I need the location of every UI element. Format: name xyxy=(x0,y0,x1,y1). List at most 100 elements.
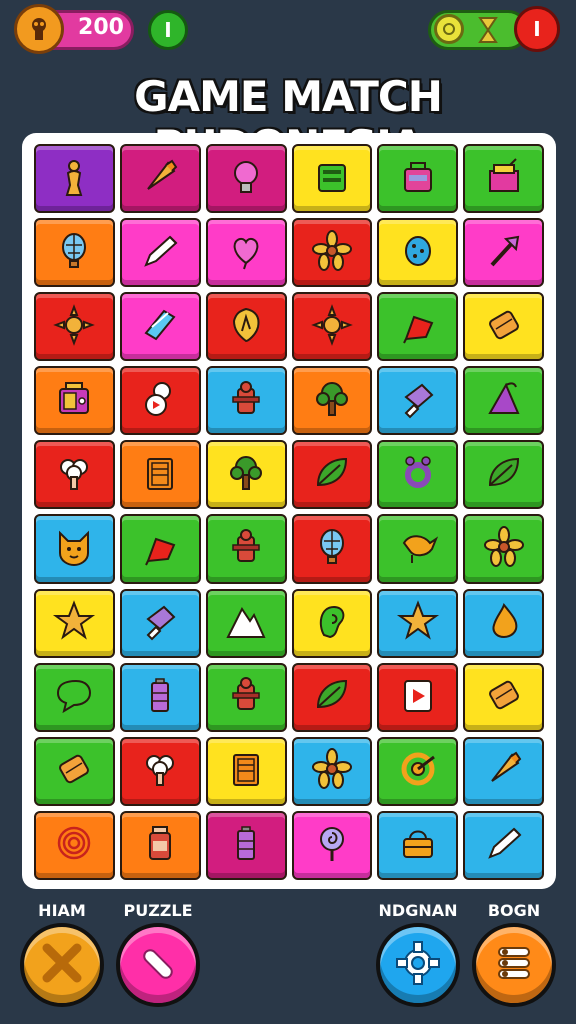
tile-r7-c4[interactable] xyxy=(291,588,373,658)
tile-r1-c5[interactable] xyxy=(377,144,459,214)
tile-r8-c1[interactable] xyxy=(34,662,115,732)
tile-r6-c3[interactable] xyxy=(205,514,287,584)
tile-r10-c3[interactable] xyxy=(205,810,287,880)
tile-r2-c2[interactable] xyxy=(119,218,201,288)
tile-r1-c1[interactable] xyxy=(34,144,115,214)
star-icon xyxy=(52,599,96,647)
tile-r6-c4[interactable] xyxy=(291,514,373,584)
tile-r2-c3[interactable] xyxy=(205,218,287,288)
tile-r9-c3[interactable] xyxy=(205,736,287,806)
tile-r10-c2[interactable] xyxy=(119,810,201,880)
egg-icon xyxy=(396,229,440,277)
tile-r10-c6[interactable] xyxy=(463,810,544,880)
tile-r10-c5[interactable] xyxy=(377,810,459,880)
bottom-button-4[interactable] xyxy=(472,923,556,1007)
tile-r8-c4[interactable] xyxy=(291,662,373,732)
tile-r3-c6[interactable] xyxy=(463,292,544,362)
tile-r2-c5[interactable] xyxy=(377,218,459,288)
tile-r6-c1[interactable] xyxy=(34,514,115,584)
tile-r9-c2[interactable] xyxy=(119,736,201,806)
tile-r4-c6[interactable] xyxy=(463,366,544,436)
target-icon xyxy=(396,747,440,795)
tile-r5-c6[interactable] xyxy=(463,440,544,510)
tile-r2-c4[interactable] xyxy=(291,218,373,288)
info-button-label: I xyxy=(164,18,172,42)
tile-r4-c2[interactable] xyxy=(119,366,201,436)
tile-r1-c6[interactable] xyxy=(463,144,544,214)
flag-icon xyxy=(396,303,440,351)
basket-icon xyxy=(396,821,440,869)
alert-button[interactable]: I xyxy=(514,6,560,52)
bottom-button-1[interactable] xyxy=(20,923,104,1007)
crate-icon xyxy=(138,451,182,499)
tile-r6-c2[interactable] xyxy=(119,514,201,584)
spiral-icon xyxy=(52,821,96,869)
tile-r5-c2[interactable] xyxy=(119,440,201,510)
bag-icon xyxy=(396,155,440,203)
tile-r3-c4[interactable] xyxy=(291,292,373,362)
bulb-icon xyxy=(224,155,268,203)
bottom-button-2[interactable] xyxy=(116,923,200,1007)
coin-value: 200 xyxy=(78,15,124,40)
mushroom-icon xyxy=(138,747,182,795)
flower-icon xyxy=(310,747,354,795)
heart-icon xyxy=(224,229,268,277)
gear-icon xyxy=(393,938,443,992)
tile-r1-c3[interactable] xyxy=(205,144,287,214)
tile-r1-c2[interactable] xyxy=(119,144,201,214)
tile-r4-c4[interactable] xyxy=(291,366,373,436)
tile-r10-c4[interactable] xyxy=(291,810,373,880)
info-button[interactable]: I xyxy=(148,10,188,50)
tile-r9-c6[interactable] xyxy=(463,736,544,806)
tile-r7-c3[interactable] xyxy=(205,588,287,658)
alert-button-label: I xyxy=(533,17,541,41)
pencil-icon xyxy=(138,229,182,277)
tile-r4-c5[interactable] xyxy=(377,366,459,436)
tile-r3-c1[interactable] xyxy=(34,292,115,362)
tile-r6-c5[interactable] xyxy=(377,514,459,584)
flower-pot-icon xyxy=(396,377,440,425)
tile-r9-c4[interactable] xyxy=(291,736,373,806)
tile-r1-c4[interactable] xyxy=(291,144,373,214)
tile-r5-c1[interactable] xyxy=(34,440,115,510)
ball-icon xyxy=(138,377,182,425)
tile-r7-c5[interactable] xyxy=(377,588,459,658)
tile-r3-c2[interactable] xyxy=(119,292,201,362)
play-icon xyxy=(396,673,440,721)
tile-r9-c5[interactable] xyxy=(377,736,459,806)
tile-r9-c1[interactable] xyxy=(34,736,115,806)
tile-r6-c6[interactable] xyxy=(463,514,544,584)
bottom-button-3[interactable] xyxy=(376,923,460,1007)
tile-r2-c1[interactable] xyxy=(34,218,115,288)
tile-r8-c3[interactable] xyxy=(205,662,287,732)
cone-icon xyxy=(482,747,526,795)
tile-r7-c2[interactable] xyxy=(119,588,201,658)
arrow-icon xyxy=(482,229,526,277)
figure-icon xyxy=(52,155,96,203)
tile-r7-c6[interactable] xyxy=(463,588,544,658)
close-icon xyxy=(37,938,87,992)
leaf-icon xyxy=(482,451,526,499)
tile-r2-c6[interactable] xyxy=(463,218,544,288)
wand-icon xyxy=(133,938,183,992)
tile-r8-c6[interactable] xyxy=(463,662,544,732)
tile-r5-c3[interactable] xyxy=(205,440,287,510)
tile-r8-c5[interactable] xyxy=(377,662,459,732)
mountain-icon xyxy=(224,599,268,647)
tile-r5-c5[interactable] xyxy=(377,440,459,510)
tile-r8-c2[interactable] xyxy=(119,662,201,732)
tile-r3-c5[interactable] xyxy=(377,292,459,362)
tile-r3-c3[interactable] xyxy=(205,292,287,362)
scroll-icon xyxy=(482,673,526,721)
coin-icon xyxy=(14,4,64,54)
tile-r4-c1[interactable] xyxy=(34,366,115,436)
cat-icon xyxy=(52,525,96,573)
tile-r4-c3[interactable] xyxy=(205,366,287,436)
hat-icon xyxy=(482,377,526,425)
bottom-label-2: PUZZLE xyxy=(123,901,193,920)
tile-r5-c4[interactable] xyxy=(291,440,373,510)
tile-r10-c1[interactable] xyxy=(34,810,115,880)
bird-icon xyxy=(396,525,440,573)
tile-r7-c1[interactable] xyxy=(34,588,115,658)
box-icon xyxy=(482,155,526,203)
